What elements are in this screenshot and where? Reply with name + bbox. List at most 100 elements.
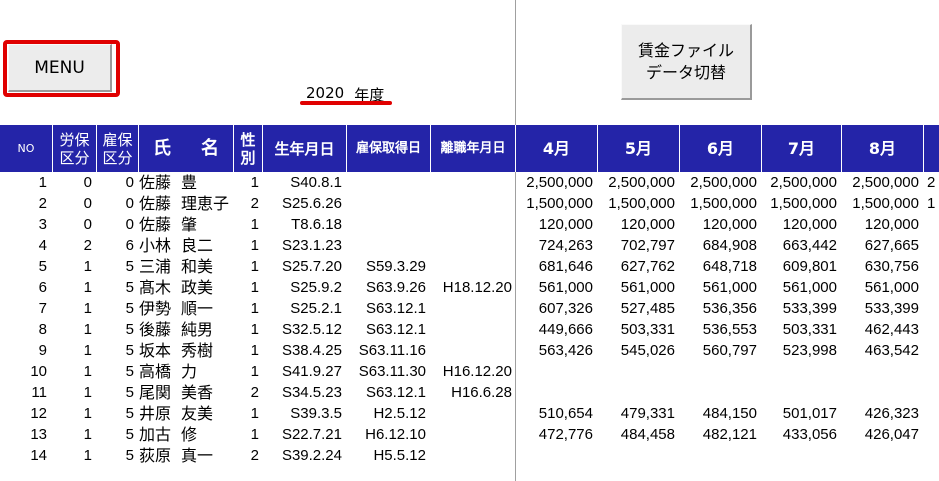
- row-month-4: 563,426: [538, 342, 593, 359]
- row-family-name: 三浦: [139, 257, 172, 276]
- row-month-overflow: [927, 214, 939, 235]
- row-month-7: [761, 382, 837, 403]
- row-month-4: 510,654: [538, 405, 593, 422]
- header-name-family: 氏: [153, 137, 171, 159]
- row-no: 2: [38, 195, 47, 212]
- row-month-overflow: [927, 340, 939, 361]
- row-employee-name: 佐藤 理恵子: [139, 193, 232, 214]
- row-month-7: 2,500,000: [770, 174, 837, 191]
- row-family-name: 加古: [139, 425, 172, 444]
- row-month-7: 533,399: [782, 300, 837, 317]
- row-koyou-acquired-date: S63.12.1: [365, 384, 426, 401]
- row-month-7: 523,998: [782, 342, 837, 359]
- row-separation-date: [430, 445, 512, 466]
- row-koyou-acquired-date: S59.3.29: [365, 258, 426, 275]
- row-family-name: 伊勢: [139, 299, 172, 318]
- row-month-5: 561,000: [620, 279, 675, 296]
- row-koyou-category: 5: [125, 258, 134, 275]
- row-month-5: [597, 361, 675, 382]
- row-month-6: 2,500,000: [690, 174, 757, 191]
- row-no: 10: [30, 363, 47, 380]
- row-rousai-category: 1: [83, 258, 92, 275]
- row-employee-name: 佐藤豊: [139, 172, 232, 193]
- row-koyou-category: 5: [125, 363, 134, 380]
- row-gender: 1: [250, 405, 259, 422]
- menu-button[interactable]: MENU: [8, 44, 112, 92]
- row-no: 13: [30, 426, 47, 443]
- row-koyou-acquired-date: [346, 193, 426, 214]
- header-gender-line2: 別: [240, 148, 256, 167]
- row-month-6: [679, 445, 757, 466]
- wage-file-switch-button[interactable]: 賃金ファイル データ切替: [621, 24, 752, 100]
- row-month-8: 561,000: [864, 279, 919, 296]
- row-month-5: [597, 445, 675, 466]
- table-row: 2 0 0 2 S25.6.26 1,500,000 1,500,000 1,500,000 1…: [0, 193, 939, 214]
- row-employee-name: 佐藤肇: [139, 214, 232, 235]
- row-month-5: 503,331: [620, 321, 675, 338]
- row-no: 6: [38, 279, 47, 296]
- row-given-name: 和美: [181, 257, 214, 276]
- row-month-8: [841, 382, 919, 403]
- table-row: 10 1 5 1 S41.9.27 S63.11.30 H16.12.20 高橋力: [0, 361, 939, 382]
- row-month-8: 426,323: [864, 405, 919, 422]
- row-month-5: 484,458: [620, 426, 675, 443]
- row-birthdate: S34.5.23: [281, 384, 342, 401]
- row-birthdate: S40.8.1: [290, 174, 342, 191]
- row-no: 4: [38, 237, 47, 254]
- row-month-7: 503,331: [782, 321, 837, 338]
- row-month-4: 724,263: [538, 237, 593, 254]
- header-separation-date: 離職年月日: [430, 125, 515, 172]
- row-month-4: 681,646: [538, 258, 593, 275]
- row-birthdate: S32.5.12: [281, 321, 342, 338]
- row-birthdate: S22.7.21: [281, 426, 342, 443]
- row-gender: 2: [250, 384, 259, 401]
- row-koyou-category: 5: [125, 279, 134, 296]
- row-birthdate: S41.9.27: [281, 363, 342, 380]
- row-month-overflow: [927, 382, 939, 403]
- row-koyou-category: 5: [125, 384, 134, 401]
- row-family-name: 佐藤: [139, 194, 172, 213]
- row-separation-date: [430, 319, 512, 340]
- row-koyou-acquired-date: S63.11.30: [358, 363, 426, 380]
- row-month-8: [841, 445, 919, 466]
- row-rousai-category: 0: [83, 195, 92, 212]
- row-month-7: 501,017: [782, 405, 837, 422]
- header-no: NO: [17, 141, 35, 155]
- row-koyou-acquired-date: S63.11.16: [358, 342, 426, 359]
- row-month-5: 702,797: [620, 237, 675, 254]
- row-month-5: 545,026: [620, 342, 675, 359]
- row-month-8: 627,665: [864, 237, 919, 254]
- row-month-overflow: 2: [927, 174, 936, 191]
- row-month-7: 609,801: [782, 258, 837, 275]
- header-month-overflow: [923, 125, 939, 172]
- row-month-overflow: [927, 361, 939, 382]
- row-no: 11: [31, 384, 47, 401]
- row-month-8: [841, 361, 919, 382]
- row-month-4: 472,776: [538, 426, 593, 443]
- row-birthdate: S39.2.24: [281, 447, 342, 464]
- row-gender: 1: [250, 216, 259, 233]
- row-given-name: 順一: [181, 299, 214, 318]
- row-koyou-category: 5: [125, 321, 134, 338]
- row-family-name: 井原: [139, 404, 172, 423]
- row-employee-name: 井原 友美: [139, 403, 232, 424]
- row-given-name: 良二: [181, 236, 214, 255]
- row-month-7: 561,000: [782, 279, 837, 296]
- row-month-6: [679, 382, 757, 403]
- row-separation-date: [430, 298, 512, 319]
- row-no: 1: [38, 174, 47, 191]
- row-given-name: 真一: [181, 446, 214, 465]
- row-no: 14: [30, 447, 47, 464]
- row-employee-name: 小林 良二: [139, 235, 232, 256]
- row-koyou-acquired-date: [346, 235, 426, 256]
- row-month-overflow: [927, 298, 939, 319]
- row-koyou-category: 0: [125, 174, 134, 191]
- row-no: 3: [38, 216, 47, 233]
- row-koyou-category: 0: [125, 195, 134, 212]
- header-birthdate: 生年月日: [262, 125, 346, 172]
- row-birthdate: T8.6.18: [291, 216, 342, 233]
- row-month-overflow: 1: [927, 195, 936, 212]
- row-month-7: [761, 445, 837, 466]
- table-row: 13 1 5 1 S22.7.21 H6.12.10 472,776 484,458 482,1…: [0, 424, 939, 445]
- row-given-name: 肇: [181, 215, 198, 234]
